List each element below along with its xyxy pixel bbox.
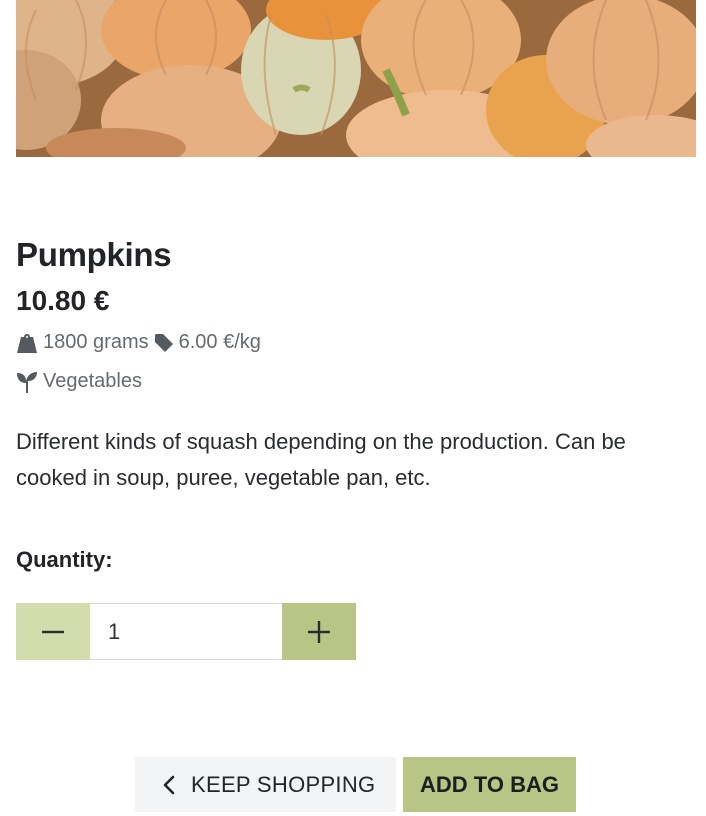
keep-shopping-button[interactable]: KEEP SHOPPING: [135, 757, 396, 812]
chevron-left-icon: [163, 775, 175, 795]
product-weight: 1800 grams: [43, 331, 149, 353]
quantity-input[interactable]: [90, 603, 282, 660]
product-title: Pumpkins: [16, 236, 172, 273]
seedling-icon: [16, 371, 38, 393]
add-to-bag-button[interactable]: ADD TO BAG: [403, 757, 576, 812]
tag-icon: [154, 333, 174, 353]
quantity-stepper: [16, 603, 356, 660]
product-meta-category-row: Vegetables: [16, 370, 142, 393]
product-category: Vegetables: [43, 370, 142, 392]
keep-shopping-label: KEEP SHOPPING: [191, 771, 376, 797]
product-price: 10.80 €: [16, 285, 110, 316]
product-meta-weight-row: 1800 grams 6.00 €/kg: [16, 331, 261, 354]
product-description: Different kinds of squash depending on t…: [16, 429, 626, 490]
product-image: [16, 0, 696, 157]
minus-icon: [42, 630, 64, 633]
increment-button[interactable]: [282, 603, 356, 660]
pumpkins-photo: [16, 0, 696, 157]
quantity-label: Quantity:: [16, 547, 113, 572]
product-unit-price: 6.00 €/kg: [178, 331, 261, 353]
weight-icon: [16, 333, 38, 353]
decrement-button[interactable]: [16, 603, 90, 660]
plus-icon: [308, 620, 330, 643]
add-to-bag-label: ADD TO BAG: [420, 771, 559, 797]
